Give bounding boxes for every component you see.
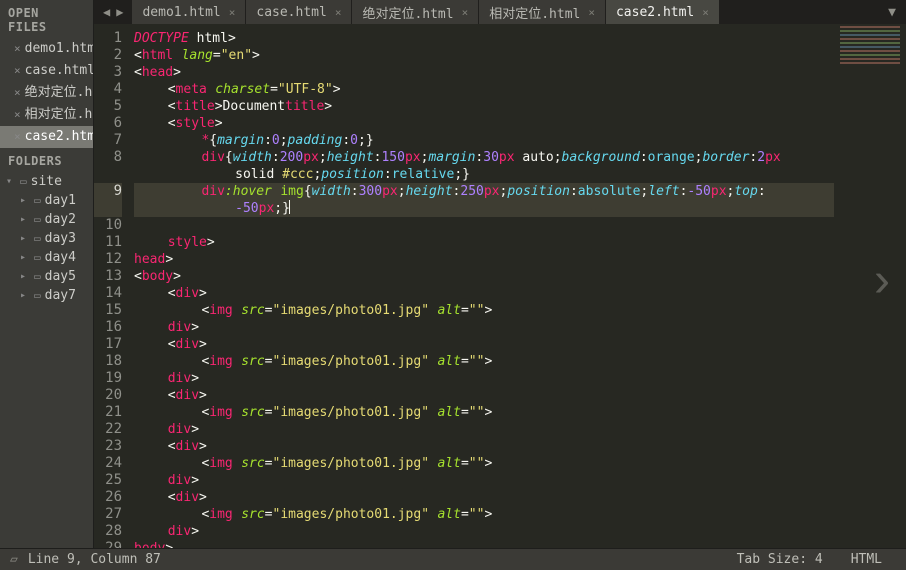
- tab[interactable]: case2.html×: [606, 0, 720, 24]
- folder-icon: ▭: [34, 270, 41, 283]
- tab-label: case2.html: [616, 5, 694, 20]
- status-cursor[interactable]: Line 9, Column 87: [28, 552, 161, 567]
- close-icon[interactable]: ×: [221, 6, 236, 19]
- nav-back-icon[interactable]: ◀: [100, 5, 113, 19]
- chevron-right-icon: ▸: [20, 214, 32, 225]
- tab[interactable]: case.html×: [246, 0, 352, 24]
- folder-label: day1: [45, 193, 76, 208]
- folder-icon: ▭: [34, 251, 41, 264]
- open-file-label: 相对定位.html: [25, 107, 94, 123]
- gutter: 1234567891011121314151617181920212223242…: [94, 24, 130, 548]
- folder-item[interactable]: ▸▭ day5: [2, 267, 93, 286]
- folder-icon: ▭: [34, 289, 41, 302]
- close-icon[interactable]: ×: [454, 6, 469, 19]
- editor[interactable]: 1234567891011121314151617181920212223242…: [94, 24, 906, 548]
- tab-history-nav: ◀ ▶: [94, 5, 132, 19]
- folder-icon: ▭: [20, 175, 27, 188]
- close-icon[interactable]: ×: [14, 85, 21, 101]
- folders-header: FOLDERS: [0, 148, 93, 172]
- open-files-header: OPEN FILES: [0, 0, 93, 38]
- status-lang[interactable]: HTML: [837, 552, 896, 567]
- chevron-right-icon: ▸: [20, 271, 32, 282]
- panel-switch-icon[interactable]: ▱: [10, 552, 18, 567]
- folder-item[interactable]: ▸▭ day3: [2, 229, 93, 248]
- open-file-item[interactable]: ×case2.html: [0, 126, 93, 148]
- close-icon[interactable]: ×: [327, 6, 342, 19]
- open-file-label: 绝对定位.html: [25, 85, 94, 101]
- folder-label: site: [31, 174, 62, 189]
- chevron-right-icon: ▸: [20, 290, 32, 301]
- close-icon[interactable]: ×: [694, 6, 709, 19]
- chevron-right-icon: ▸: [20, 252, 32, 263]
- open-file-label: demo1.html: [25, 41, 94, 57]
- code-area[interactable]: DOCTYPE html><html lang="en"><head> <met…: [130, 24, 906, 548]
- close-icon[interactable]: ×: [14, 41, 21, 57]
- folder-label: day5: [45, 269, 76, 284]
- folder-root[interactable]: ▾ ▭ site: [2, 172, 93, 191]
- chevron-down-icon: ▾: [6, 176, 18, 187]
- folder-item[interactable]: ▸▭ day4: [2, 248, 93, 267]
- folder-icon: ▭: [34, 213, 41, 226]
- tab-overflow-icon[interactable]: ▼: [878, 5, 906, 20]
- close-icon[interactable]: ×: [580, 6, 595, 19]
- folder-item[interactable]: ▸▭ day2: [2, 210, 93, 229]
- tab[interactable]: 绝对定位.html×: [352, 0, 479, 24]
- folder-item[interactable]: ▸▭ day7: [2, 286, 93, 305]
- tab-label: demo1.html: [142, 5, 220, 20]
- chevron-right-icon: ▸: [20, 195, 32, 206]
- status-bar: ▱ Line 9, Column 87 Tab Size: 4 HTML: [0, 548, 906, 570]
- tab-bar: ◀ ▶ demo1.html×case.html×绝对定位.html×相对定位.…: [94, 0, 906, 24]
- tab-label: 相对定位.html: [489, 3, 580, 22]
- open-file-label: case2.html: [25, 129, 94, 145]
- close-icon[interactable]: ×: [14, 63, 21, 79]
- tab-label: case.html: [256, 5, 326, 20]
- folder-item[interactable]: ▸▭ day1: [2, 191, 93, 210]
- folder-label: day2: [45, 212, 76, 227]
- folder-icon: ▭: [34, 232, 41, 245]
- close-icon[interactable]: ×: [14, 129, 21, 145]
- open-file-item[interactable]: ×相对定位.html: [0, 104, 93, 126]
- tab[interactable]: demo1.html×: [132, 0, 246, 24]
- open-file-item[interactable]: ×demo1.html: [0, 38, 93, 60]
- sidebar: OPEN FILES ×demo1.html×case.html×绝对定位.ht…: [0, 0, 94, 548]
- status-tab-size[interactable]: Tab Size: 4: [723, 552, 837, 567]
- folder-label: day3: [45, 231, 76, 246]
- folder-label: day7: [45, 288, 76, 303]
- folder-icon: ▭: [34, 194, 41, 207]
- tab-label: 绝对定位.html: [362, 3, 453, 22]
- folder-label: day4: [45, 250, 76, 265]
- open-file-item[interactable]: ×case.html: [0, 60, 93, 82]
- tab[interactable]: 相对定位.html×: [479, 0, 606, 24]
- chevron-right-icon: ▸: [20, 233, 32, 244]
- nav-forward-icon[interactable]: ▶: [113, 5, 126, 19]
- open-file-item[interactable]: ×绝对定位.html: [0, 82, 93, 104]
- close-icon[interactable]: ×: [14, 107, 21, 123]
- open-file-label: case.html: [25, 63, 94, 79]
